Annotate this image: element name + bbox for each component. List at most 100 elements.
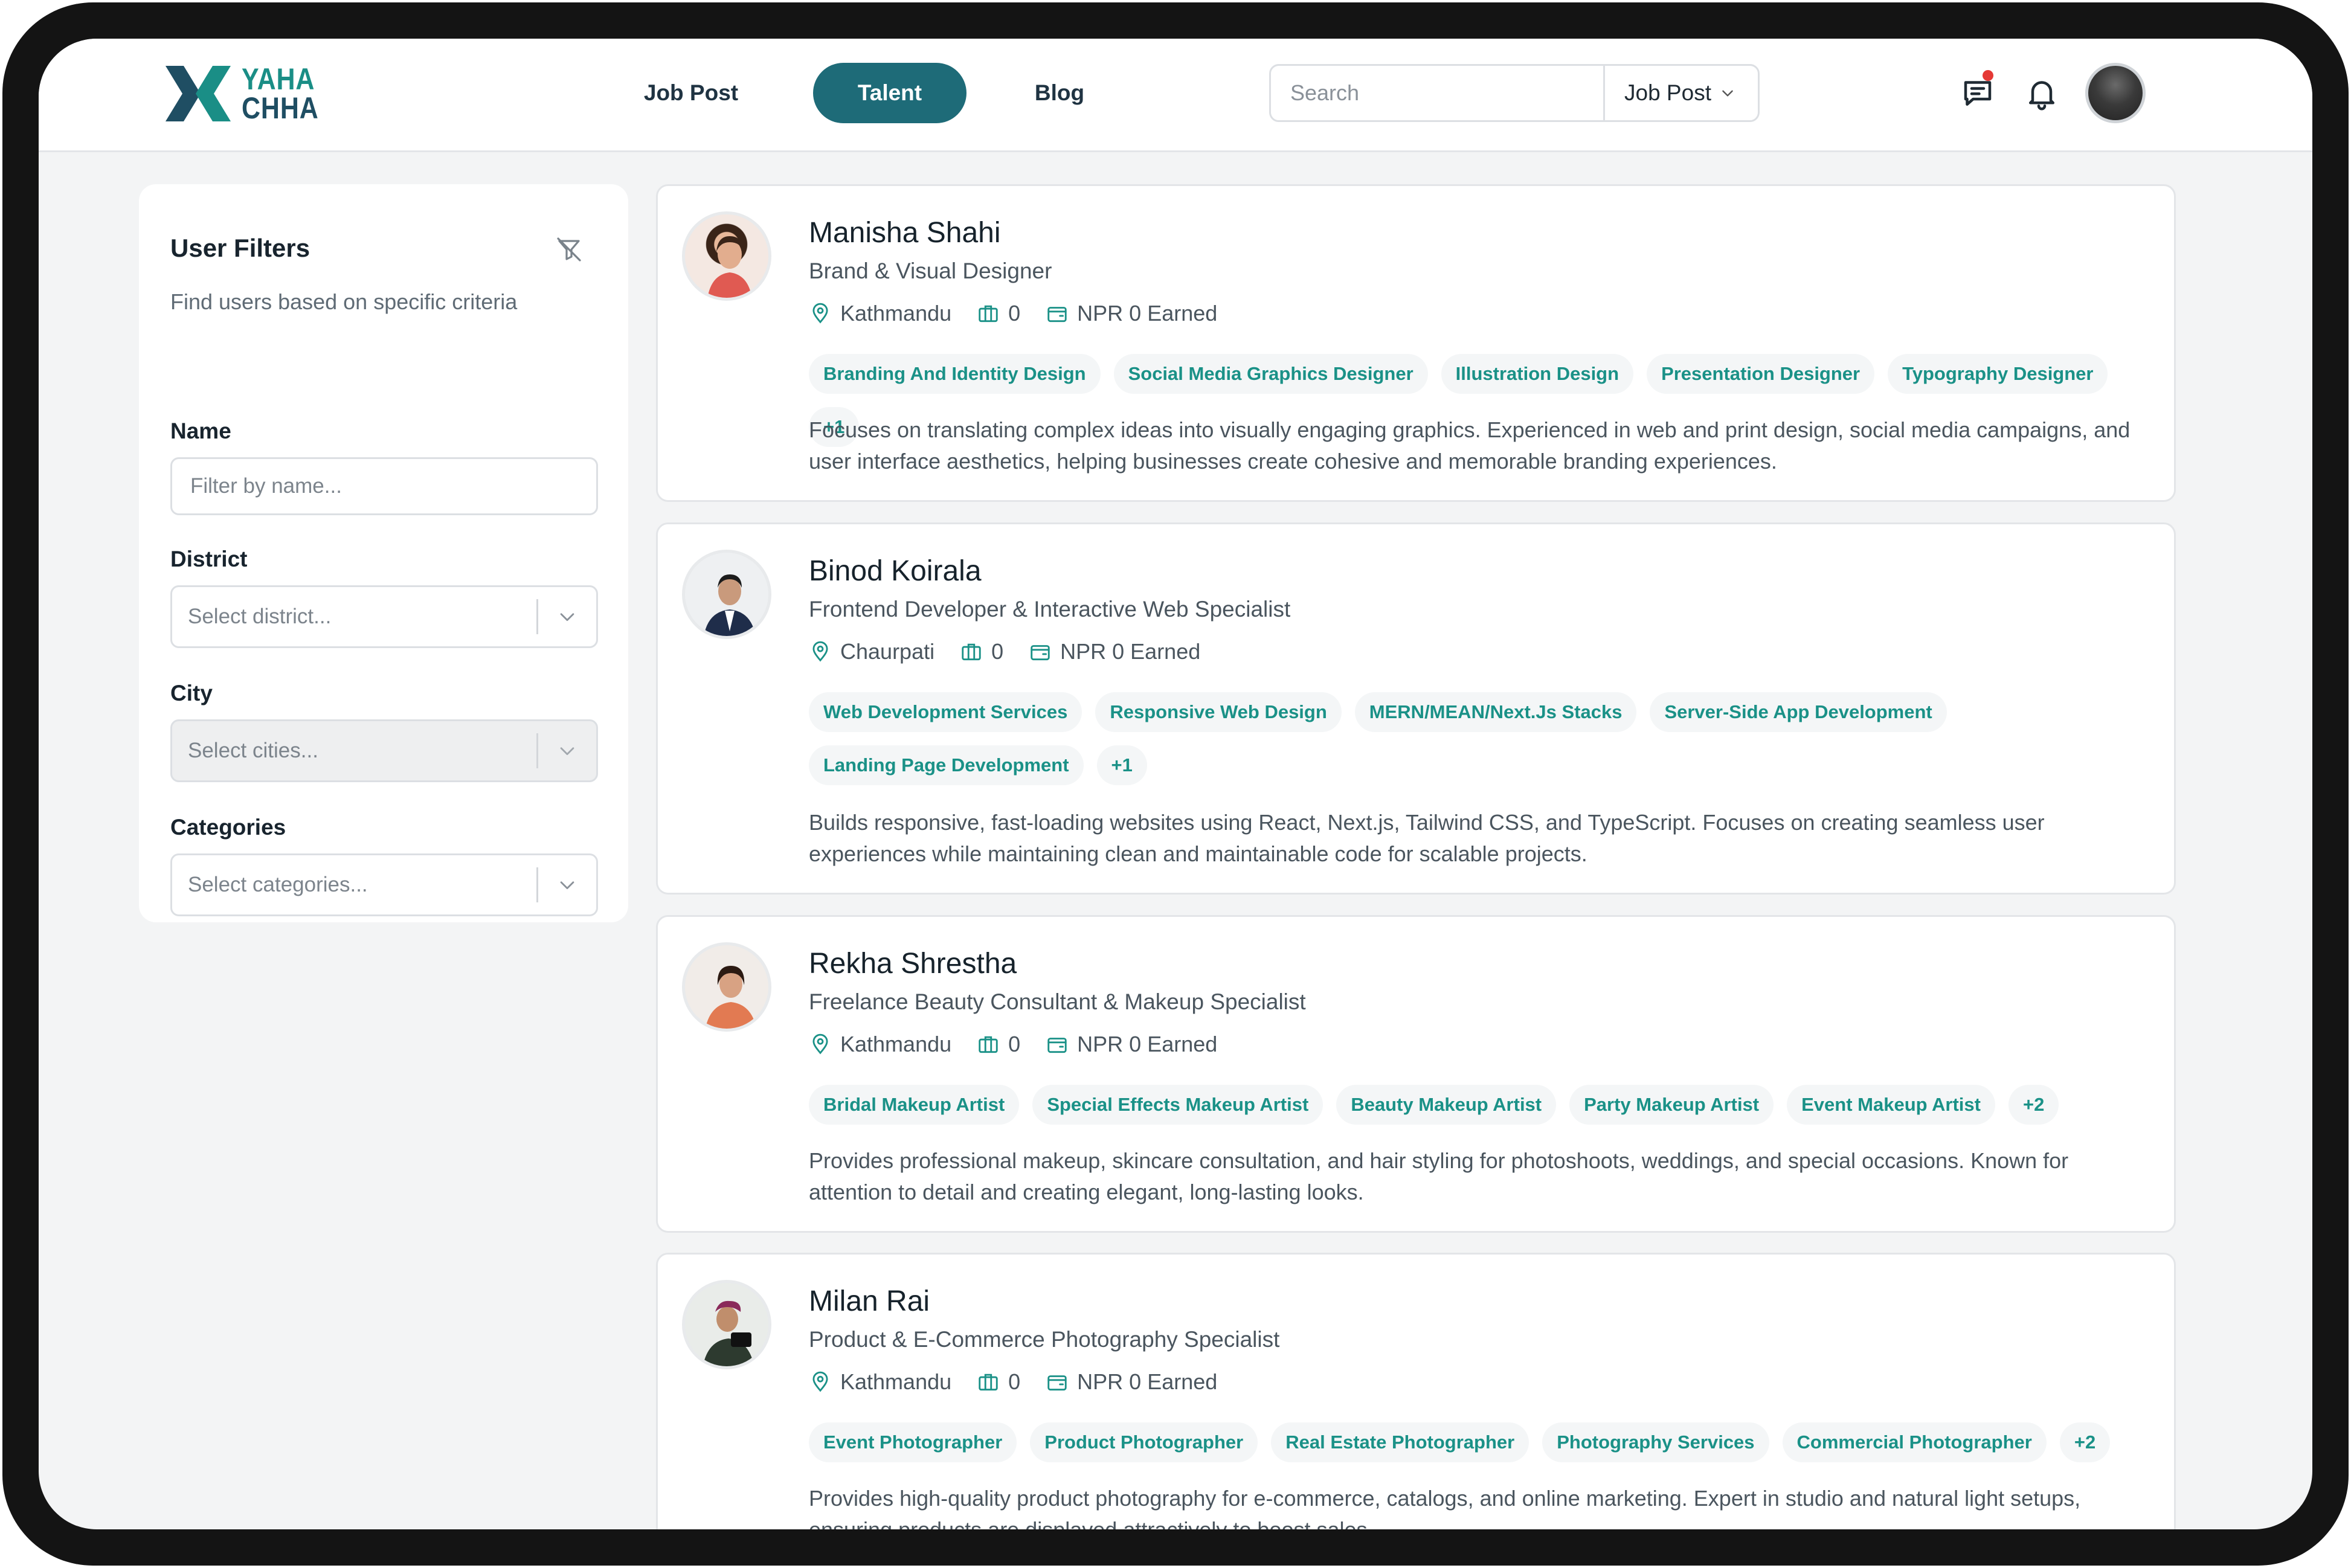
talent-meta: Chaurpati 0 NPR 0 Earned — [809, 639, 1226, 664]
chevron-down-icon — [560, 613, 574, 622]
notification-dot — [1983, 70, 1993, 81]
skill-tag[interactable]: Social Media Graphics Designer — [1113, 354, 1428, 394]
skill-tag[interactable]: Special Effects Makeup Artist — [1032, 1085, 1323, 1125]
talent-jobs-count: 0 — [1008, 1032, 1021, 1056]
logo-text: YAHA CHHA — [242, 62, 319, 125]
talent-avatar[interactable] — [682, 1280, 771, 1369]
more-tags-badge[interactable]: +2 — [2008, 1085, 2059, 1125]
search-input[interactable] — [1271, 66, 1603, 120]
search-type-dropdown[interactable]: Job Post — [1605, 80, 1735, 106]
skill-tag[interactable]: Landing Page Development — [809, 745, 1084, 785]
skill-tag[interactable]: Responsive Web Design — [1095, 692, 1342, 732]
skill-tag[interactable]: Server-Side App Development — [1650, 692, 1947, 732]
skill-tags: Bridal Makeup Artist Special Effects Mak… — [809, 1085, 2138, 1125]
talent-title: Brand & Visual Designer — [809, 259, 1052, 283]
talent-title: Freelance Beauty Consultant & Makeup Spe… — [809, 989, 1306, 1014]
talent-card[interactable]: Rekha Shrestha Freelance Beauty Consulta… — [656, 915, 2176, 1233]
briefcase-icon — [979, 1374, 998, 1391]
talent-meta: Kathmandu 0 NPR 0 Earned — [809, 301, 1243, 326]
talent-name[interactable]: Binod Koirala — [809, 554, 982, 588]
talent-earned: NPR 0 Earned — [1077, 301, 1218, 326]
talent-jobs-count: 0 — [1008, 301, 1021, 326]
briefcase-icon — [962, 643, 981, 661]
skill-tag[interactable]: Web Development Services — [809, 692, 1082, 732]
talent-name[interactable]: Milan Rai — [809, 1285, 930, 1318]
talent-title: Product & E-Commerce Photography Special… — [809, 1327, 1280, 1352]
skill-tag[interactable]: Event Makeup Artist — [1787, 1085, 1995, 1125]
skill-tag[interactable]: Party Makeup Artist — [1569, 1085, 1774, 1125]
briefcase-icon — [979, 1036, 998, 1053]
device-frame: YAHA CHHA Job Post Talent Blog Job Post — [2, 2, 2349, 1566]
location-pin-icon — [812, 303, 828, 324]
name-label: Name — [170, 419, 231, 443]
categories-placeholder: Select categories... — [188, 873, 368, 896]
skill-tags: Web Development Services Responsive Web … — [809, 692, 1957, 785]
talent-description: Provides high-quality product photograph… — [809, 1486, 2081, 1529]
chevron-down-icon — [560, 747, 574, 756]
user-filters-panel: User Filters Find users based on specifi… — [139, 184, 628, 922]
briefcase-icon — [979, 305, 998, 323]
city-label: City — [170, 681, 213, 705]
chevron-down-icon — [1722, 90, 1733, 97]
skill-tag[interactable]: Commercial Photographer — [1782, 1422, 2047, 1462]
talent-location: Kathmandu — [840, 1032, 952, 1056]
search-bar: Job Post — [1269, 64, 1760, 122]
skill-tag[interactable]: Event Photographer — [809, 1422, 1017, 1462]
app-screen: YAHA CHHA Job Post Talent Blog Job Post — [39, 39, 2312, 1529]
avatar-photo — [705, 966, 757, 1029]
district-placeholder: Select district... — [188, 605, 332, 628]
talent-avatar[interactable] — [682, 211, 771, 301]
skill-tags: Event Photographer Product Photographer … — [809, 1422, 2138, 1462]
district-select[interactable]: Select district... — [170, 585, 598, 648]
chevron-down-icon — [560, 881, 574, 890]
district-label: District — [170, 547, 248, 571]
skill-tag[interactable]: Illustration Design — [1441, 354, 1634, 394]
talent-card[interactable]: Binod Koirala Frontend Developer & Inter… — [656, 522, 2176, 895]
avatar-photo — [704, 574, 756, 636]
skill-tag[interactable]: Product Photographer — [1030, 1422, 1258, 1462]
skill-tag[interactable]: Beauty Makeup Artist — [1336, 1085, 1557, 1125]
categories-select[interactable]: Select categories... — [170, 853, 598, 916]
wallet-icon — [1047, 1038, 1067, 1053]
skill-tag[interactable]: Typography Designer — [1888, 354, 2108, 394]
avatar-photo — [707, 236, 752, 298]
talent-jobs-count: 0 — [991, 639, 1004, 664]
talent-avatar[interactable] — [682, 942, 771, 1032]
bell-icon[interactable] — [2024, 75, 2060, 111]
nav-talent[interactable]: Talent — [813, 63, 966, 123]
talent-name[interactable]: Rekha Shrestha — [809, 947, 1017, 980]
more-tags-badge[interactable]: +2 — [2059, 1422, 2111, 1462]
location-pin-icon — [812, 1033, 828, 1055]
talent-meta: Kathmandu 0 NPR 0 Earned — [809, 1369, 1243, 1395]
logo-line-2: CHHA — [242, 91, 319, 125]
skill-tag[interactable]: MERN/MEAN/Next.Js Stacks — [1354, 692, 1637, 732]
logo-line-1: YAHA — [242, 62, 315, 96]
wallet-icon — [1047, 307, 1067, 323]
nav-blog[interactable]: Blog — [999, 63, 1120, 123]
location-pin-icon — [812, 641, 828, 662]
nav-job-post[interactable]: Job Post — [631, 63, 751, 123]
user-avatar[interactable] — [2085, 63, 2146, 123]
brand-logo[interactable]: YAHA CHHA — [163, 60, 331, 127]
filters-title: User Filters — [170, 234, 310, 262]
city-select[interactable]: Select cities... — [170, 719, 598, 782]
skill-tag[interactable]: Bridal Makeup Artist — [809, 1085, 1020, 1125]
talent-avatar[interactable] — [682, 550, 771, 639]
talent-description: Focuses on translating complex ideas int… — [809, 417, 2131, 474]
avatar-photo — [703, 1300, 754, 1366]
clear-filters-icon[interactable] — [555, 235, 584, 264]
skill-tag[interactable]: Presentation Designer — [1647, 354, 1875, 394]
filters-subtitle: Find users based on specific criteria — [170, 289, 518, 314]
wallet-icon — [1047, 1375, 1067, 1391]
talent-card[interactable]: Milan Rai Product & E-Commerce Photograp… — [656, 1253, 2176, 1529]
categories-label: Categories — [170, 815, 286, 840]
name-filter-input[interactable] — [170, 457, 598, 515]
skill-tag[interactable]: Branding And Identity Design — [809, 354, 1101, 394]
talent-description: Provides professional makeup, skincare c… — [809, 1148, 2069, 1204]
skill-tag[interactable]: Real Estate Photographer — [1271, 1422, 1529, 1462]
talent-location: Chaurpati — [840, 639, 935, 664]
skill-tag[interactable]: Photography Services — [1542, 1422, 1769, 1462]
more-tags-badge[interactable]: +1 — [1096, 745, 1147, 785]
talent-name[interactable]: Manisha Shahi — [809, 216, 1001, 249]
talent-card[interactable]: Manisha Shahi Brand & Visual Designer Ka… — [656, 184, 2176, 502]
